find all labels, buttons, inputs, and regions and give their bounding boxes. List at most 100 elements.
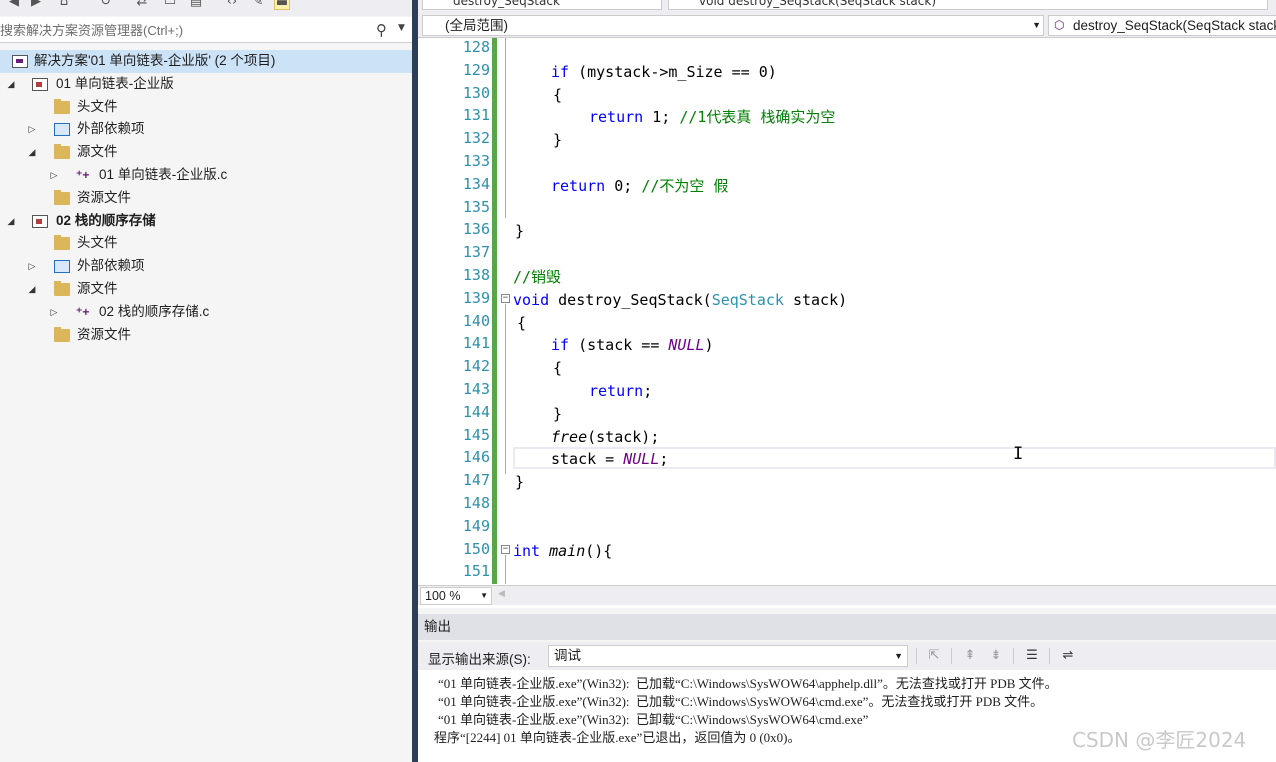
expand-arrow-icon[interactable]: ▷: [48, 164, 60, 186]
code-editor: destroy_SeqStack void destroy_SeqStack(S…: [418, 0, 1276, 608]
back-icon[interactable]: ◀: [6, 0, 22, 10]
scroll-left-icon[interactable]: ◀: [498, 589, 505, 599]
collapse-arrow-icon[interactable]: ◢: [26, 141, 38, 163]
history-icon[interactable]: ↺: [98, 0, 114, 10]
output-source-value: 调试: [554, 648, 581, 663]
document-tab-strip: destroy_SeqStack void destroy_SeqStack(S…: [418, 0, 1276, 12]
code-line-145: free(stack);: [551, 427, 660, 446]
collapse-arrow-icon[interactable]: ◢: [26, 278, 38, 300]
tree-item-project-1[interactable]: ◢ 01 单向链表-企业版: [0, 73, 412, 96]
code-line-130: {: [553, 85, 563, 104]
file-label: 01 单向链表-企业版.c: [99, 166, 228, 182]
references-icon: [54, 123, 70, 137]
next-message-icon[interactable]: ⇟: [986, 647, 1006, 665]
tab-file[interactable]: destroy_SeqStack: [422, 0, 662, 10]
function-dropdown[interactable]: ⬡ destroy_SeqStack(SeqStack stack): [1048, 15, 1276, 36]
home-icon[interactable]: ⌂: [56, 0, 72, 10]
code-line-132: }: [553, 131, 563, 150]
line-number: 143: [462, 380, 490, 398]
project-label: 01 单向链表-企业版: [56, 75, 174, 91]
expand-arrow-icon[interactable]: ▷: [48, 301, 60, 323]
tree-item-sources[interactable]: ◢ 源文件: [0, 141, 412, 164]
collapse-icon[interactable]: ▭: [162, 0, 178, 10]
code-line-144: }: [553, 404, 563, 423]
folder-open-icon: [54, 144, 70, 160]
collapse-box-icon[interactable]: −: [501, 545, 510, 554]
line-number: 133: [462, 152, 490, 170]
collapse-arrow-icon[interactable]: ◢: [5, 73, 17, 95]
word-wrap-icon[interactable]: ⇌: [1058, 647, 1078, 665]
line-number: 136: [462, 220, 490, 239]
change-tracking-bar: [492, 38, 497, 584]
output-panel: 输出 显示输出来源(S): 调试 ▼ ⇱ ⇞ ⇟ ☰ ⇌ “01 单向链表-企业…: [418, 608, 1276, 762]
tree-item-source-file[interactable]: ▷ ⁺+ 01 单向链表-企业版.c: [0, 164, 412, 187]
folder-icon: [54, 326, 70, 342]
tree-item-resources[interactable]: 资源文件: [0, 187, 412, 210]
code-line-138: //销毁: [513, 268, 562, 286]
output-line: “01 单向链表-企业版.exe”(Win32): 已卸载“C:\Windows…: [438, 712, 869, 727]
folder-open-icon: [54, 280, 70, 296]
expand-arrow-icon[interactable]: ▷: [26, 118, 38, 140]
function-cube-icon: ⬡: [1054, 18, 1065, 32]
tree-item-sources[interactable]: ◢ 源文件: [0, 278, 412, 301]
tree-item-headers[interactable]: 头文件: [0, 232, 412, 255]
tree-item-headers[interactable]: 头文件: [0, 96, 412, 119]
copy-icon[interactable]: ▤: [188, 0, 204, 10]
preview-icon[interactable]: ▬: [274, 0, 290, 10]
line-number: 144: [462, 402, 490, 421]
code-view-icon[interactable]: ‹›: [224, 0, 240, 10]
line-number: 151: [462, 562, 490, 581]
collapse-box-icon[interactable]: −: [501, 294, 510, 303]
line-number: 142: [462, 357, 490, 376]
ide-window: ◀ ▶ ⌂ ↺ ⇄ ▭ ▤ ‹› ✎ ▬ ⚲ ▼ 解决方案'01 单向链表-企业…: [0, 0, 1276, 762]
code-view[interactable]: 128 129 130 131 132 133 134 135 136 137 138 139 140 1…: [418, 38, 1276, 584]
chevron-down-icon[interactable]: ▼: [398, 23, 405, 33]
scope-dropdown[interactable]: (全局范围) ▼: [422, 15, 1044, 36]
code-line-139: void destroy_SeqStack(SeqStack stack): [513, 290, 848, 309]
output-line: “01 单向链表-企业版.exe”(Win32): 已加载“C:\Windows…: [438, 694, 1044, 709]
tree-item-solution[interactable]: 解决方案'01 单向链表-企业版' (2 个项目): [0, 50, 412, 73]
file-label: 02 栈的顺序存储.c: [99, 303, 210, 319]
solution-icon: [12, 55, 28, 68]
line-number: 141: [462, 334, 490, 353]
previous-message-icon[interactable]: ⇞: [960, 647, 980, 665]
zoom-dropdown[interactable]: 100 % ▼: [420, 587, 492, 605]
output-source-dropdown[interactable]: 调试 ▼: [548, 645, 908, 667]
line-number: 148: [462, 494, 490, 512]
properties-icon[interactable]: ✎: [250, 0, 266, 10]
solution-tree: 解决方案'01 单向链表-企业版' (2 个项目) ◢ 01 单向链表-企业版 …: [0, 50, 412, 346]
sync-icon[interactable]: ⇄: [134, 0, 150, 10]
folder-label: 资源文件: [77, 189, 131, 205]
search-icon[interactable]: ⚲: [376, 21, 387, 39]
folder-label: 源文件: [77, 144, 118, 160]
line-number: 140: [462, 311, 490, 330]
solution-explorer: ◀ ▶ ⌂ ↺ ⇄ ▭ ▤ ‹› ✎ ▬ ⚲ ▼ 解决方案'01 单向链表-企业…: [0, 0, 412, 762]
solution-search-input[interactable]: [0, 19, 370, 41]
line-number: 130: [462, 83, 490, 102]
project-icon: [32, 77, 48, 91]
line-number: 150: [462, 539, 490, 558]
expand-arrow-icon[interactable]: ▷: [26, 255, 38, 277]
clear-all-icon[interactable]: ☰: [1022, 647, 1042, 665]
forward-icon[interactable]: ▶: [28, 0, 44, 10]
tree-item-source-file[interactable]: ▷ ⁺+ 02 栈的顺序存储.c: [0, 301, 412, 324]
find-message-icon[interactable]: ⇱: [924, 647, 944, 665]
tree-item-resources[interactable]: 资源文件: [0, 324, 412, 347]
toolbar-separator: [1013, 648, 1014, 664]
line-number: 131: [462, 106, 490, 125]
collapse-arrow-icon[interactable]: ◢: [5, 210, 17, 232]
selection-margin[interactable]: [418, 38, 440, 584]
tree-item-project-2[interactable]: ◢ 02 栈的顺序存储: [0, 210, 412, 233]
tree-item-external[interactable]: ▷ 外部依赖项: [0, 118, 412, 141]
tree-item-external[interactable]: ▷ 外部依赖项: [0, 255, 412, 278]
solution-search-bar: ⚲ ▼: [0, 17, 412, 43]
tab-member[interactable]: void destroy_SeqStack(SeqStack stack): [668, 0, 1268, 10]
outline-line: [505, 304, 506, 474]
folder-icon: [54, 235, 70, 251]
text-cursor-icon: I: [1013, 444, 1024, 464]
line-number: 137: [462, 243, 490, 262]
code-line-142: {: [553, 359, 563, 378]
editor-status-strip: 100 % ▼ ◀: [418, 585, 1276, 605]
code-line-150: int main(){: [513, 541, 613, 560]
project-icon: [32, 214, 48, 228]
